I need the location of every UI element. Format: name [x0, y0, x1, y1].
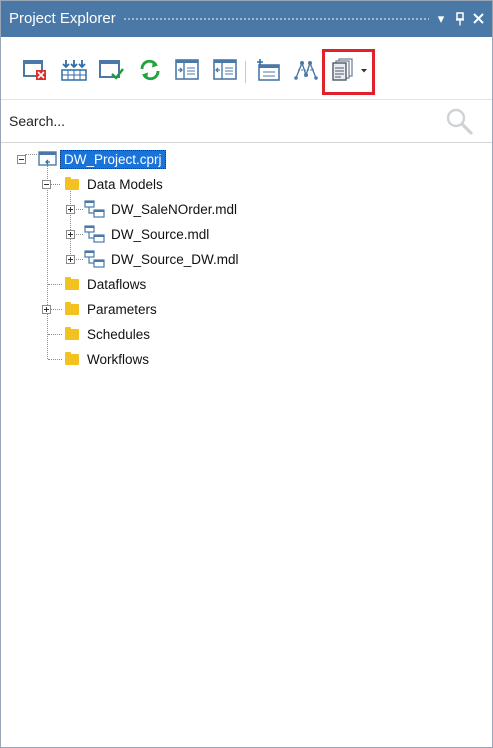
- expand-panel-icon: [175, 59, 199, 80]
- tree-item-label: Data Models: [87, 176, 163, 192]
- folder-icon: [65, 352, 79, 365]
- tree-item-model[interactable]: DW_Source_DW.mdl: [111, 248, 239, 270]
- tree-item-label: DW_SaleNOrder.mdl: [111, 201, 238, 217]
- tree-item-workflows[interactable]: Workflows: [87, 348, 149, 370]
- expand-icon[interactable]: [66, 230, 75, 239]
- tree-item-label: Workflows: [87, 351, 150, 367]
- check-window-icon: [99, 60, 124, 80]
- tree-item-schedules[interactable]: Schedules: [87, 323, 150, 345]
- project-explorer-panel: Project Explorer ▾ Search... DW_Project.…: [0, 0, 493, 748]
- tree-connector: [48, 284, 62, 285]
- tree-item-label: Schedules: [87, 326, 151, 342]
- chevron-down-icon[interactable]: ▾: [433, 9, 449, 29]
- expand-panel-button[interactable]: [173, 57, 201, 83]
- remove-button[interactable]: [21, 57, 49, 83]
- import-icon: [61, 60, 87, 81]
- panel-titlebar[interactable]: Project Explorer ▾: [1, 1, 492, 37]
- diagram-icon: [294, 60, 318, 80]
- folder-icon: [65, 277, 79, 290]
- tree-item-label: Parameters: [87, 301, 157, 317]
- project-icon: [38, 151, 57, 166]
- refresh-button[interactable]: [135, 57, 163, 83]
- tree-item-project[interactable]: DW_Project.cprj: [60, 148, 166, 170]
- panel-title: Project Explorer: [9, 10, 116, 27]
- tree-connector: [47, 165, 48, 359]
- drag-grip[interactable]: [123, 17, 429, 22]
- highlight-box: [322, 49, 375, 95]
- tree-connector: [25, 154, 37, 155]
- import-button[interactable]: [59, 57, 87, 83]
- check-window-button[interactable]: [97, 57, 125, 83]
- folder-icon: [65, 302, 79, 315]
- toolbar-separator: [245, 61, 246, 83]
- remove-icon: [23, 60, 46, 80]
- tree-item-model[interactable]: DW_SaleNOrder.mdl: [111, 198, 237, 220]
- expand-icon[interactable]: [66, 205, 75, 214]
- tree-item-label: DW_Source.mdl: [111, 226, 210, 242]
- model-icon: [84, 225, 105, 243]
- add-table-icon: [257, 59, 280, 81]
- refresh-icon: [140, 59, 160, 81]
- pin-icon[interactable]: [452, 9, 468, 29]
- collapse-icon[interactable]: [17, 155, 26, 164]
- collapse-panel-button[interactable]: [211, 57, 239, 83]
- search-input[interactable]: [9, 110, 429, 132]
- folder-icon: [65, 177, 79, 190]
- collapse-panel-icon: [213, 59, 237, 80]
- toolbar: [1, 37, 492, 100]
- model-icon: [84, 250, 105, 268]
- tree-item-model[interactable]: DW_Source.mdl: [111, 223, 209, 245]
- add-table-button[interactable]: [254, 57, 282, 83]
- close-icon[interactable]: [470, 9, 486, 29]
- project-tree: DW_Project.cprj Data Models DW_SaleNOrde…: [1, 142, 492, 747]
- tree-connector: [48, 334, 62, 335]
- expand-icon[interactable]: [66, 255, 75, 264]
- search-bar: [1, 100, 492, 143]
- tree-item-data-models[interactable]: Data Models: [87, 173, 163, 195]
- model-icon: [84, 200, 105, 218]
- tree-item-label: DW_Source_DW.mdl: [111, 251, 239, 267]
- tree-item-label: DW_Project.cprj: [60, 149, 166, 169]
- collapse-icon[interactable]: [42, 180, 51, 189]
- tree-item-dataflows[interactable]: Dataflows: [87, 273, 146, 295]
- search-icon[interactable]: [445, 107, 473, 135]
- diagram-button[interactable]: [291, 57, 319, 83]
- expand-icon[interactable]: [42, 305, 51, 314]
- tree-connector: [48, 359, 62, 360]
- tree-item-parameters[interactable]: Parameters: [87, 298, 157, 320]
- tree-connector: [70, 191, 71, 260]
- folder-icon: [65, 327, 79, 340]
- tree-item-label: Dataflows: [87, 276, 147, 292]
